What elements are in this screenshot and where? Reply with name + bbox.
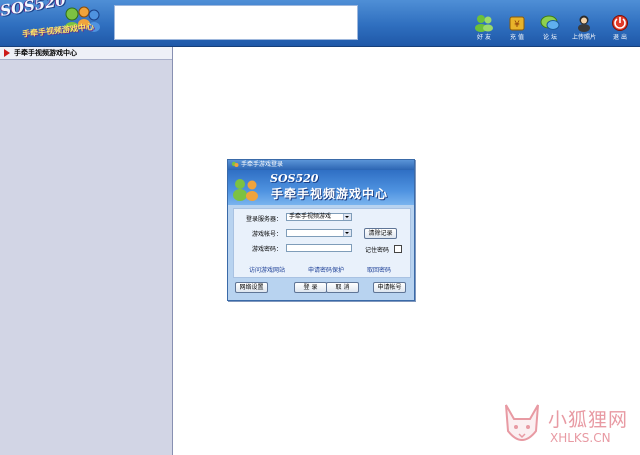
toolbar-recharge-button[interactable]: ¥ 充 值 bbox=[500, 14, 534, 44]
login-form: 登录服务器： 手牵手视频游戏 游戏帐号： 清除记录 游戏密码： 记住密码 访问游… bbox=[233, 208, 411, 278]
app-logo: SOS520 手牵手视频游戏中心 bbox=[0, 0, 110, 42]
sidebar-header-label: 手牵手视频游戏中心 bbox=[14, 49, 77, 57]
forum-icon bbox=[540, 15, 560, 30]
retrieve-password-link[interactable]: 取回密码 bbox=[367, 265, 391, 274]
upload-photo-icon bbox=[578, 15, 590, 32]
visit-website-link[interactable]: 访问游戏网站 bbox=[249, 265, 285, 274]
toolbar-friends-button[interactable]: 好 友 bbox=[467, 14, 501, 44]
toolbar-friends-label: 好 友 bbox=[477, 34, 491, 41]
watermark-url: XHLKS.CN bbox=[550, 431, 611, 445]
toolbar-upload-photo-label: 上传照片 bbox=[571, 34, 596, 41]
banner-people-icon bbox=[233, 179, 258, 201]
login-button[interactable]: 登 录 bbox=[294, 282, 327, 293]
server-label: 登录服务器： bbox=[246, 216, 283, 223]
password-input[interactable] bbox=[286, 244, 352, 252]
watermark-text: 小狐狸网 bbox=[548, 409, 629, 431]
recharge-icon: ¥ bbox=[509, 16, 525, 31]
toolbar-exit-button[interactable]: 退 出 bbox=[603, 14, 637, 44]
password-label: 游戏密码： bbox=[252, 246, 283, 253]
network-settings-button[interactable]: 网络设置 bbox=[235, 282, 268, 293]
account-label: 游戏帐号： bbox=[252, 231, 283, 238]
sidebar-header[interactable]: 手牵手视频游戏中心 bbox=[0, 47, 172, 60]
banner-logo-text: SOS520 bbox=[270, 172, 319, 185]
arrow-right-icon bbox=[4, 49, 10, 57]
top-banner: SOS520 手牵手视频游戏中心 好 友 ¥ 充 值 论 坛 上传照片 退 出 bbox=[0, 0, 640, 47]
svg-text:¥: ¥ bbox=[514, 20, 520, 30]
dialog-titlebar[interactable]: 手牵手游戏登录 bbox=[228, 160, 414, 170]
ad-banner-area bbox=[114, 5, 358, 40]
chevron-down-icon bbox=[343, 230, 351, 236]
toolbar-forum-label: 论 坛 bbox=[543, 34, 557, 41]
remember-password-checkbox[interactable] bbox=[394, 245, 402, 253]
toolbar-recharge-label: 充 值 bbox=[510, 34, 524, 41]
cancel-button[interactable]: 取 消 bbox=[326, 282, 359, 293]
dialog-title: 手牵手游戏登录 bbox=[241, 161, 284, 168]
logo-subtitle: 手牵手视频游戏中心 bbox=[21, 22, 95, 39]
server-value: 手牵手视频游戏 bbox=[289, 213, 332, 220]
watermark: 小狐狸网 XHLKS.CN bbox=[500, 401, 640, 455]
friends-icon bbox=[475, 15, 493, 32]
chevron-down-icon bbox=[343, 214, 351, 220]
fox-logo-icon bbox=[505, 404, 539, 441]
logo-text: SOS520 bbox=[0, 0, 68, 20]
toolbar-exit-label: 退 出 bbox=[613, 34, 627, 41]
toolbar-upload-photo-button[interactable]: 上传照片 bbox=[567, 14, 601, 44]
exit-icon bbox=[612, 15, 628, 31]
banner-title: 手牵手视频游戏中心 bbox=[271, 187, 389, 201]
clear-record-button[interactable]: 清除记录 bbox=[364, 228, 397, 239]
account-input[interactable] bbox=[286, 229, 352, 237]
server-select[interactable]: 手牵手视频游戏 bbox=[286, 213, 352, 221]
login-dialog: 手牵手游戏登录 SOS520 手牵手视频游戏中心 登录服务器： 手牵手视频游戏 … bbox=[227, 159, 415, 301]
register-account-button[interactable]: 申请帐号 bbox=[373, 282, 406, 293]
sidebar: 手牵手视频游戏中心 bbox=[0, 47, 173, 455]
app-icon bbox=[231, 161, 239, 167]
apply-password-protect-link[interactable]: 申请密码保护 bbox=[308, 265, 344, 274]
toolbar-forum-button[interactable]: 论 坛 bbox=[533, 14, 567, 44]
remember-password-label: 记住密码 bbox=[365, 247, 390, 254]
dialog-banner: SOS520 手牵手视频游戏中心 bbox=[228, 170, 414, 205]
